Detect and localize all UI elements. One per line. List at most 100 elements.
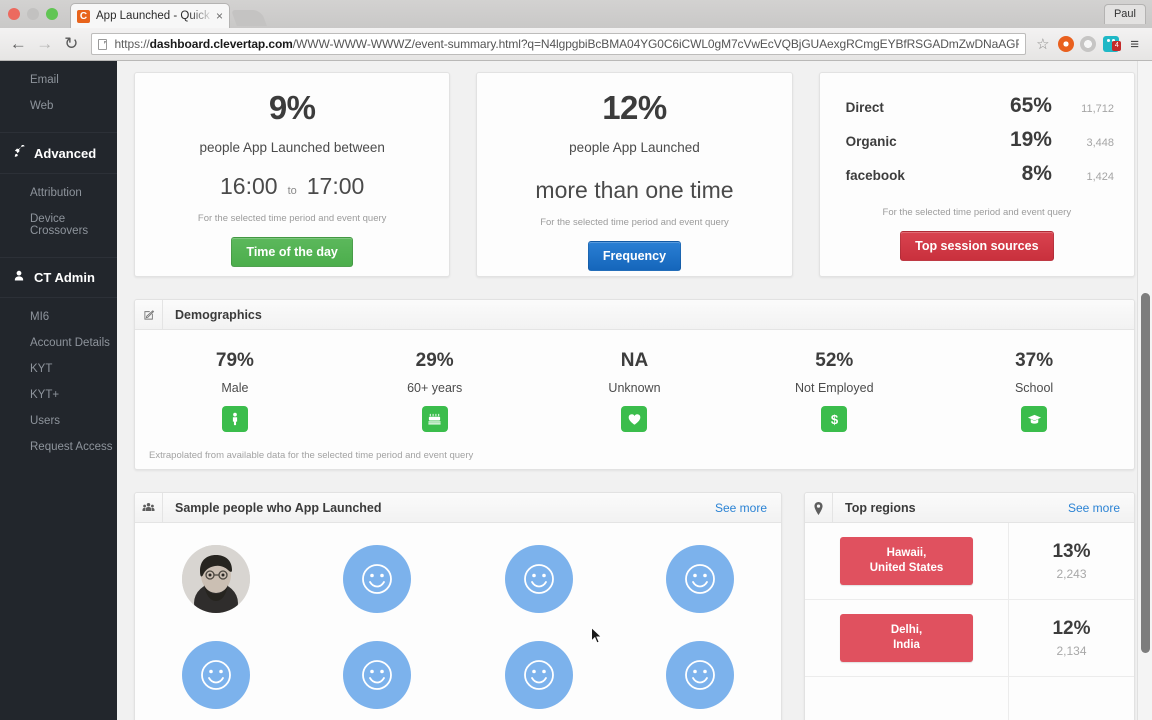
- source-name: Organic: [845, 134, 897, 149]
- demographics-cell-gender: 79% Male: [135, 350, 335, 432]
- region-name-cell: [805, 677, 1009, 720]
- page-document-icon: [98, 38, 108, 50]
- region-stats-cell: 12% 2,134: [1009, 600, 1134, 676]
- sidebar-item-mi6[interactable]: MI6: [0, 304, 117, 330]
- male-person-icon: [221, 406, 248, 432]
- source-name: Direct: [845, 100, 884, 115]
- avatar-slot[interactable]: [135, 641, 297, 709]
- sample-people-panel: Sample people who App Launched See more: [134, 492, 782, 720]
- avatar-slot[interactable]: [135, 545, 297, 613]
- avatar-slot[interactable]: [458, 641, 620, 709]
- avatar-slot[interactable]: [458, 545, 620, 613]
- scrollbar-thumb[interactable]: [1141, 293, 1150, 653]
- minimize-window-button[interactable]: [27, 8, 39, 20]
- source-percent: 19%: [1009, 128, 1052, 151]
- sidebar-item-account-details[interactable]: Account Details: [0, 330, 117, 356]
- sidebar-item-web[interactable]: Web: [0, 93, 117, 119]
- sample-people-see-more-link[interactable]: See more: [715, 501, 781, 515]
- window-traffic-lights: [8, 8, 58, 20]
- top-session-sources-button[interactable]: Top session sources: [900, 231, 1054, 261]
- sidebar-item-attribution[interactable]: Attribution: [0, 180, 117, 206]
- map-pin-icon: [805, 492, 833, 523]
- sidebar: Email Web Advanced Attribution Device Cr…: [0, 61, 117, 720]
- sidebar-group-ct-admin: MI6 Account Details KYT KYT+ Users Reque…: [0, 298, 117, 464]
- address-bar[interactable]: https://dashboard.clevertap.com/WWW-WWW-…: [91, 33, 1027, 55]
- region-country: India: [893, 639, 920, 651]
- source-row: facebook 8% 1,424: [836, 157, 1118, 191]
- source-percent: 8%: [1021, 162, 1052, 185]
- maximize-window-button[interactable]: [46, 8, 58, 20]
- close-window-button[interactable]: [8, 8, 20, 20]
- kpi-subtitle: people App Launched between: [199, 140, 385, 155]
- demographics-value: 52%: [815, 350, 854, 371]
- svg-text:$: $: [831, 412, 839, 427]
- user-avatar-placeholder[interactable]: [666, 545, 735, 613]
- new-tab-button[interactable]: [231, 10, 267, 26]
- kpi-percent: 9%: [268, 89, 316, 126]
- user-avatar-placeholder[interactable]: [504, 545, 573, 613]
- user-avatar-photo[interactable]: [181, 545, 250, 613]
- bookmark-star-icon[interactable]: ☆: [1032, 35, 1053, 53]
- rocket-icon: [12, 143, 26, 161]
- region-count: 2,243: [1056, 567, 1087, 581]
- browser-menu-icon[interactable]: ≡: [1123, 36, 1146, 53]
- browser-toolbar: ← → ↻ https://dashboard.clevertap.com/WW…: [0, 28, 1152, 61]
- page-scrollbar[interactable]: [1137, 61, 1152, 720]
- region-chip[interactable]: Delhi, India: [840, 614, 973, 662]
- region-percent: 13%: [1052, 541, 1091, 562]
- user-avatar-placeholder[interactable]: [504, 641, 573, 709]
- sidebar-item-email[interactable]: Email: [0, 67, 117, 93]
- user-avatar-placeholder[interactable]: [666, 641, 735, 709]
- demographics-cell-education: 37% School: [934, 350, 1134, 432]
- sidebar-item-device-crossovers[interactable]: Device Crossovers: [0, 206, 117, 244]
- user-avatar-placeholder[interactable]: [343, 641, 412, 709]
- close-tab-icon[interactable]: ×: [216, 9, 223, 23]
- region-city: Hawaii,: [886, 547, 927, 559]
- sidebar-item-kyt-plus[interactable]: KYT+: [0, 382, 117, 408]
- kpi-time-separator: to: [287, 185, 297, 197]
- region-chip[interactable]: Hawaii, United States: [840, 537, 973, 585]
- region-name-cell: Delhi, India: [805, 600, 1009, 676]
- avatar-slot[interactable]: [297, 641, 459, 709]
- region-row-partial: [805, 677, 1134, 720]
- region-row: Delhi, India 12% 2,134: [805, 600, 1134, 677]
- edit-pencil-icon[interactable]: [135, 299, 163, 330]
- kpi-note: For the selected time period and event q…: [540, 217, 729, 228]
- user-avatar-placeholder[interactable]: [181, 641, 250, 709]
- avatar-slot[interactable]: [297, 545, 459, 613]
- user-avatar-placeholder[interactable]: [343, 545, 412, 613]
- kpi-note: For the selected time period and event q…: [882, 207, 1072, 218]
- sidebar-item-users[interactable]: Users: [0, 408, 117, 434]
- avatar-slot[interactable]: [620, 641, 782, 709]
- top-regions-see-more-link[interactable]: See more: [1068, 501, 1134, 515]
- gray-extension-icon[interactable]: [1078, 36, 1099, 52]
- main-content: 9% people App Launched between 16:00 to …: [117, 61, 1152, 720]
- teal-extension-icon[interactable]: 4: [1101, 36, 1122, 52]
- avatar-slot[interactable]: [620, 545, 782, 613]
- top-regions-panel: Top regions See more Hawaii, United Stat…: [804, 492, 1135, 720]
- avatar-grid: [135, 545, 781, 720]
- sidebar-item-kyt[interactable]: KYT: [0, 356, 117, 382]
- sidebar-section-advanced[interactable]: Advanced: [0, 132, 117, 174]
- sidebar-item-request-access[interactable]: Request Access: [0, 434, 117, 460]
- top-regions-header: Top regions See more: [805, 492, 1134, 523]
- url-text: https://dashboard.clevertap.com/WWW-WWW-…: [114, 37, 1019, 51]
- time-of-the-day-button[interactable]: Time of the day: [231, 237, 353, 267]
- sample-people-body: [135, 523, 781, 720]
- extension-badge-count: 4: [1112, 41, 1122, 51]
- profile-button[interactable]: Paul: [1103, 4, 1146, 24]
- browser-tab-active[interactable]: C App Launched - Quick Vie ×: [70, 3, 230, 28]
- source-name: facebook: [845, 168, 905, 183]
- region-row: Hawaii, United States 13% 2,243: [805, 523, 1134, 600]
- top-regions-title: Top regions: [845, 500, 916, 515]
- demographics-value: 79%: [215, 350, 254, 371]
- source-count: 11,712: [1081, 103, 1114, 115]
- reload-icon[interactable]: ↻: [59, 31, 83, 57]
- kpi-card-row: 9% people App Launched between 16:00 to …: [117, 72, 1152, 277]
- sidebar-section-ct-admin[interactable]: CT Admin: [0, 257, 117, 298]
- region-percent: 12%: [1052, 618, 1091, 639]
- forward-icon[interactable]: →: [32, 31, 56, 57]
- back-icon[interactable]: ←: [6, 31, 30, 57]
- frequency-button[interactable]: Frequency: [587, 241, 682, 271]
- hootsuite-extension-icon[interactable]: [1055, 36, 1076, 52]
